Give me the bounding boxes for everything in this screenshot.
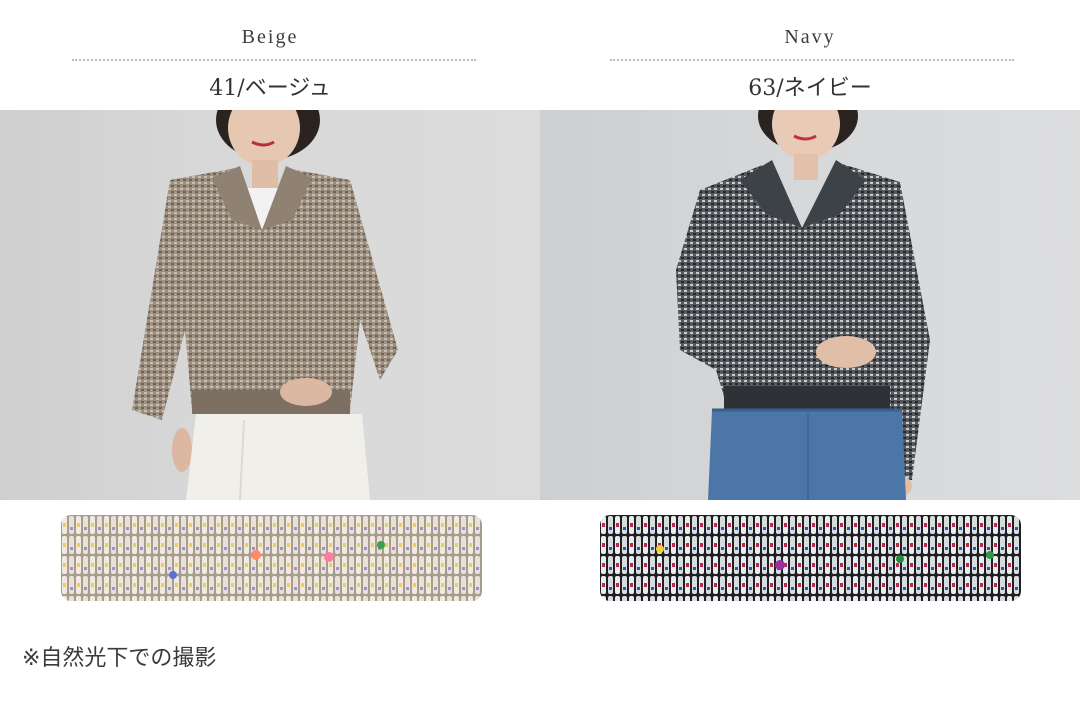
dotted-divider: [72, 59, 476, 61]
color-name-en: Navy: [784, 26, 836, 48]
color-code-jp: 63/ネイビー: [748, 76, 872, 101]
knit-texture-beige: [61, 515, 482, 601]
model-photo-navy: [540, 110, 1080, 500]
knit-swatch-navy: [600, 515, 1021, 601]
knit-texture-navy: [600, 515, 1021, 601]
model-beige-illustration: [132, 110, 398, 500]
color-code-jp: 41/ベージュ: [209, 76, 331, 101]
color-header-navy: Navy 63/ネイビー: [540, 0, 1080, 110]
lighting-note: ※自然光下での撮影: [22, 646, 217, 671]
color-header-beige: Beige 41/ベージュ: [0, 0, 540, 110]
knit-swatch-beige: [61, 515, 482, 601]
color-name-en: Beige: [241, 26, 299, 48]
dotted-divider: [610, 59, 1014, 61]
model-navy-illustration: [676, 110, 930, 500]
model-photo-beige: [0, 110, 540, 500]
